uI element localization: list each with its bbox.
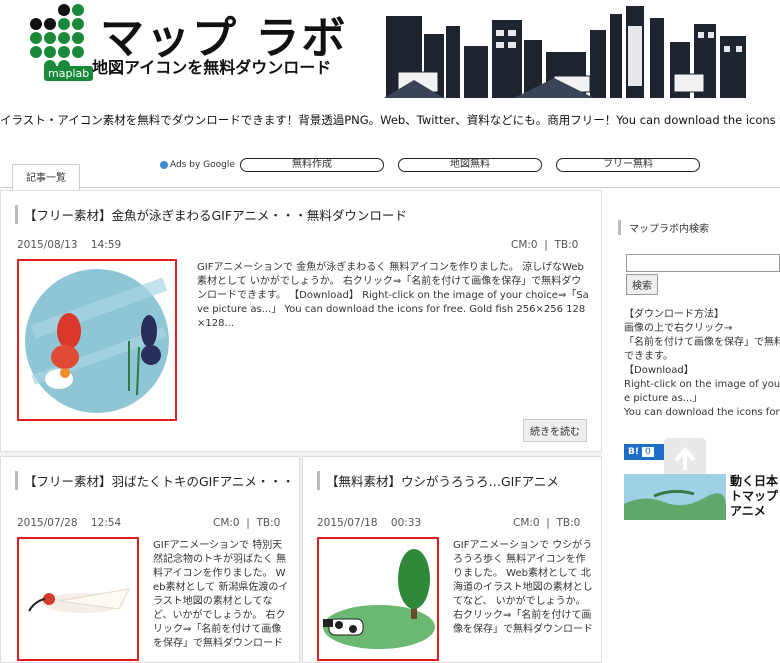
article-card: 【無料素材】ウシがうろうろ…GIFアニメ 2015/07/18 00:33 CM… xyxy=(302,456,602,663)
date-text: 2015/07/18 xyxy=(317,517,378,529)
comment-count[interactable]: CM:0 xyxy=(513,517,540,529)
hatena-count: 0 xyxy=(641,447,654,457)
site-logo[interactable]: マップ ラボ 地図アイコンを無料ダウンロード maplab xyxy=(28,2,358,82)
site-tagline: イラスト・アイコン素材を無料でダウンロードできます！背景透過PNG。Web、Tw… xyxy=(0,113,780,127)
ad-link-pill-3[interactable]: フリー無料 xyxy=(556,158,700,172)
article-card: 【フリー素材】金魚が泳ぎまわるGIFアニメ・・・無料ダウンロード 2015/08… xyxy=(0,190,602,452)
cow-thumbnail[interactable] xyxy=(317,537,439,661)
ads-info-icon xyxy=(160,160,168,169)
trackback-count[interactable]: TB:0 xyxy=(555,239,579,251)
article-excerpt: GIFアニメーションで 金魚が泳ぎまわるく 無料アイコンを作りました。 涼しげな… xyxy=(197,262,589,329)
hatena-bookmark-button[interactable]: B! 0 xyxy=(624,444,664,460)
article-excerpt: GIFアニメーションで ウシがうろうろ歩く 無料アイコンを作りました。 Web素… xyxy=(453,540,593,635)
ibis-image-icon xyxy=(28,588,130,613)
read-more-button[interactable]: 続きを読む xyxy=(523,419,587,442)
comment-count[interactable]: CM:0 xyxy=(511,239,538,251)
nav-bar: 記事一覧 Ads by Google 無料作成 地図無料 フリー無料 xyxy=(0,156,780,190)
article-title[interactable]: 【無料素材】ウシがうろうろ…GIFアニメ xyxy=(317,471,597,490)
sidebar: マップラボ内検索 検索 【ダウンロード方法】 画像の上で右クリック→ 「名前を付… xyxy=(616,212,780,663)
ads-label: Ads by Google xyxy=(170,160,235,170)
sidebar-ad-title[interactable]: 動く日本トマップアニメ xyxy=(730,474,780,519)
article-date: 2015/08/13 14:59 xyxy=(17,239,121,251)
download-howto-text: 【ダウンロード方法】 画像の上で右クリック→ 「名前を付けて画像を保存」で無料 … xyxy=(624,309,780,418)
ads-by-google[interactable]: Ads by Google xyxy=(160,160,235,170)
sidebar-search-input[interactable] xyxy=(626,254,780,272)
article-title[interactable]: 【フリー素材】金魚が泳ぎまわるGIFアニメ・・・無料ダウンロード xyxy=(15,205,407,224)
article-title[interactable]: 【フリー素材】羽ばたくトキのGIFアニメ・・・無料ダウンロード xyxy=(15,471,295,490)
time-text: 00:33 xyxy=(390,517,422,529)
date-text: 2015/07/28 xyxy=(17,517,78,529)
article-card: 【フリー素材】羽ばたくトキのGIFアニメ・・・無料ダウンロード 2015/07/… xyxy=(0,456,300,663)
logo-mini-text: maplab xyxy=(44,66,94,81)
logo-subtitle: 地図アイコンを無料ダウンロード xyxy=(92,58,332,77)
japan-map-thumbnail-icon[interactable] xyxy=(624,474,726,520)
date-text: 2015/08/13 xyxy=(17,239,78,251)
article-counts: CM:0 | TB:0 xyxy=(511,239,579,251)
comment-count[interactable]: CM:0 xyxy=(213,517,240,529)
article-excerpt: GIFアニメーションで 特別天然記念物のトキが羽ばたく 無料アイコンを作りました… xyxy=(153,540,289,649)
ad-link-pill-2[interactable]: 地図無料 xyxy=(398,158,542,172)
article-list: 【フリー素材】金魚が泳ぎまわるGIFアニメ・・・無料ダウンロード 2015/08… xyxy=(0,190,602,663)
goldfish-thumbnail[interactable] xyxy=(17,259,177,421)
goldfish-image-icon xyxy=(25,269,169,413)
ibis-thumbnail[interactable] xyxy=(17,537,139,661)
trackback-count[interactable]: TB:0 xyxy=(557,517,581,529)
article-date: 2015/07/28 12:54 xyxy=(17,517,121,529)
time-text: 14:59 xyxy=(90,239,122,251)
article-counts: CM:0 | TB:0 xyxy=(513,517,581,529)
ad-link-pill-1[interactable]: 無料作成 xyxy=(240,158,384,172)
tab-article-list[interactable]: 記事一覧 xyxy=(12,164,80,190)
article-counts: CM:0 | TB:0 xyxy=(213,517,281,529)
sidebar-search-title: マップラボ内検索 xyxy=(618,220,780,235)
sidebar-search-button[interactable]: 検索 xyxy=(626,274,658,295)
trackback-count[interactable]: TB:0 xyxy=(257,517,281,529)
cow-image-icon xyxy=(323,549,435,649)
hatena-label: B! xyxy=(628,447,639,457)
city-skyline-banner xyxy=(384,6,748,98)
time-text: 12:54 xyxy=(90,517,122,529)
article-date: 2015/07/18 00:33 xyxy=(317,517,421,529)
